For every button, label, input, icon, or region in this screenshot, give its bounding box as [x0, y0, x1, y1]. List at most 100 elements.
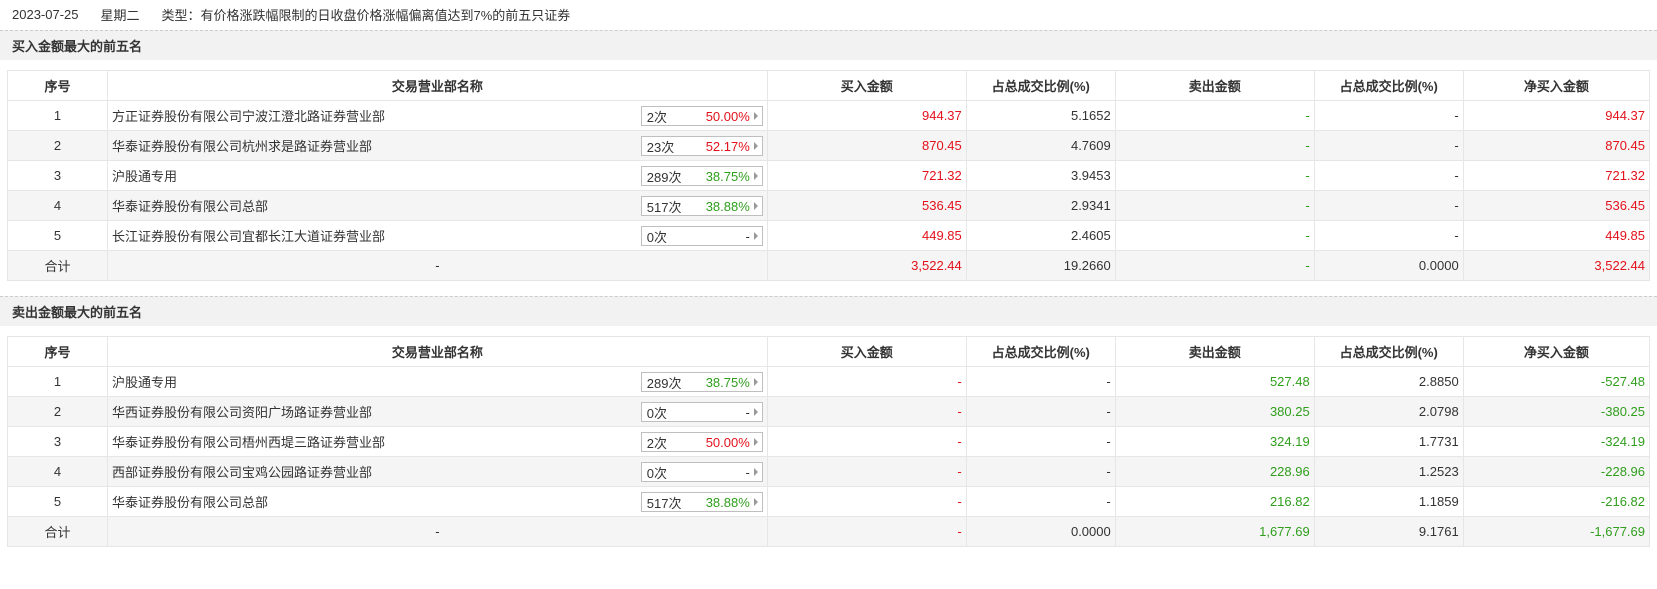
col-header-branch: 交易营业部名称 [107, 70, 768, 101]
history-rise-rate: - [745, 464, 750, 480]
net-buy-amount: 721.32 [1462, 160, 1651, 191]
buy-amount: - [766, 456, 967, 487]
table-row: 4 西部证券股份有限公司宝鸡公园路证券营业部 0次 - - -228.96 1.2523 -2… [6, 456, 1651, 487]
history-stats-button[interactable]: 517次 38.88% [640, 492, 763, 512]
table-row: 5 长江证券股份有限公司宜都长江大道证券营业部 0次 -449.85 2.4605- -4… [6, 220, 1651, 251]
sell-amount: 380.25 [1114, 396, 1315, 427]
history-stats-button[interactable]: 517次 38.88% [640, 196, 763, 216]
col-header-buy-ratio: 占总成交比例(%) [965, 70, 1116, 101]
history-stats-button[interactable]: 289次 38.75% [640, 372, 763, 392]
col-header-net-buy: 净买入金额 [1462, 336, 1651, 367]
history-rise-rate: 38.75% [705, 168, 750, 184]
history-rise-rate: 38.88% [705, 494, 750, 510]
history-times: 0次 [646, 229, 668, 245]
branch-name-link[interactable]: 华西证券股份有限公司资阳广场路证券营业部 [112, 402, 372, 421]
branch-name-link[interactable]: 方正证券股份有限公司宁波江澄北路证券营业部 [112, 106, 385, 125]
total-sell-amount: - [1114, 250, 1315, 281]
buy-ratio: 4.7609 [965, 130, 1116, 161]
buy-ratio: - [965, 396, 1116, 427]
branch-cell: 沪股通专用 289次 38.75% [107, 366, 768, 397]
branch-name-link[interactable]: 长江证券股份有限公司宜都长江大道证券营业部 [112, 226, 385, 245]
expand-arrow-icon [753, 498, 758, 506]
sell-ratio: - [1313, 160, 1464, 191]
history-stats-button[interactable]: 0次 - [640, 226, 763, 246]
sell-amount: - [1114, 220, 1315, 251]
col-header-index: 序号 [6, 336, 109, 367]
buy-amount: 449.85 [766, 220, 967, 251]
sell-section-title: 卖出金额最大的前五名 [0, 296, 1657, 326]
buy-amount: - [766, 366, 967, 397]
sell-ratio: - [1313, 100, 1464, 131]
branch-name-link[interactable]: 西部证券股份有限公司宝鸡公园路证券营业部 [112, 462, 372, 481]
sell-ratio: 1.2523 [1313, 456, 1464, 487]
history-rise-rate: - [745, 228, 750, 244]
trade-date: 2023-07-25 [12, 6, 79, 22]
row-index: 1 [6, 100, 109, 131]
history-times: 517次 [646, 495, 682, 511]
meta-bar: 2023-07-25 星期二 类型：有价格涨跌幅限制的日收盘价格涨幅偏离值达到7… [0, 0, 1657, 28]
row-index: 5 [6, 220, 109, 251]
col-header-sell-amount: 卖出金额 [1114, 336, 1315, 367]
branch-cell: 华西证券股份有限公司资阳广场路证券营业部 0次 - [107, 396, 768, 427]
total-row: 合计 -3,522.44 19.2660-0.0000 3,522.44 [6, 250, 1651, 281]
history-stats-button[interactable]: 2次 50.00% [640, 106, 763, 126]
sell-amount: 228.96 [1114, 456, 1315, 487]
history-stats-button[interactable]: 0次 - [640, 402, 763, 422]
total-buy-amount: 3,522.44 [766, 250, 967, 281]
table-row: 3 沪股通专用 289次 38.75% 721.32 3.9453- -721.32 [6, 160, 1651, 191]
buy-amount: 944.37 [766, 100, 967, 131]
branch-cell: 沪股通专用 289次 38.75% [107, 160, 768, 191]
history-stats-button[interactable]: 23次 52.17% [640, 136, 763, 156]
expand-arrow-icon [753, 378, 758, 386]
expand-arrow-icon [753, 142, 758, 150]
branch-cell: 西部证券股份有限公司宝鸡公园路证券营业部 0次 - [107, 456, 768, 487]
total-sell-amount: 1,677.69 [1114, 516, 1315, 547]
buy-ratio: - [965, 486, 1116, 517]
col-header-sell-amount: 卖出金额 [1114, 70, 1315, 101]
row-index: 4 [6, 456, 109, 487]
history-times: 0次 [646, 405, 668, 421]
buy-ratio: - [965, 456, 1116, 487]
total-sell-ratio: 0.0000 [1313, 250, 1464, 281]
branch-name-link[interactable]: 沪股通专用 [112, 372, 177, 391]
branch-name-link[interactable]: 华泰证券股份有限公司总部 [112, 196, 268, 215]
total-branch: - [107, 250, 768, 281]
total-net-buy: -1,677.69 [1462, 516, 1651, 547]
net-buy-amount: -216.82 [1462, 486, 1651, 517]
table-header-row: 序号 交易营业部名称 买入金额 占总成交比例(%) 卖出金额 占总成交比例(%)… [6, 336, 1651, 367]
sell-ratio: 2.8850 [1313, 366, 1464, 397]
branch-name-link[interactable]: 华泰证券股份有限公司杭州求是路证券营业部 [112, 136, 372, 155]
col-header-buy-amount: 买入金额 [766, 336, 967, 367]
expand-arrow-icon [753, 468, 758, 476]
buy-amount: - [766, 396, 967, 427]
table-row: 2 华泰证券股份有限公司杭州求是路证券营业部 23次 52.17% 870.45 4.76… [6, 130, 1651, 161]
history-stats-button[interactable]: 0次 - [640, 462, 763, 482]
total-buy-ratio: 0.0000 [965, 516, 1116, 547]
branch-cell: 长江证券股份有限公司宜都长江大道证券营业部 0次 - [107, 220, 768, 251]
row-index: 3 [6, 426, 109, 457]
sell-amount: - [1114, 130, 1315, 161]
history-rise-rate: - [745, 404, 750, 420]
history-stats-button[interactable]: 289次 38.75% [640, 166, 763, 186]
branch-cell: 华泰证券股份有限公司总部 517次 38.88% [107, 190, 768, 221]
col-header-index: 序号 [6, 70, 109, 101]
branch-cell: 华泰证券股份有限公司总部 517次 38.88% [107, 486, 768, 517]
col-header-sell-ratio: 占总成交比例(%) [1313, 70, 1464, 101]
net-buy-amount: -228.96 [1462, 456, 1651, 487]
buy-top5-table: 序号 交易营业部名称 买入金额 占总成交比例(%) 卖出金额 占总成交比例(%)… [6, 70, 1651, 281]
branch-name-link[interactable]: 华泰证券股份有限公司总部 [112, 492, 268, 511]
history-stats-button[interactable]: 2次 50.00% [640, 432, 763, 452]
table-row: 1 沪股通专用 289次 38.75% - -527.48 2.8850 -527.48 [6, 366, 1651, 397]
buy-ratio: 3.9453 [965, 160, 1116, 191]
row-index: 4 [6, 190, 109, 221]
list-type: 类型：有价格涨跌幅限制的日收盘价格涨幅偏离值达到7%的前五只证券 [161, 7, 571, 23]
branch-name-link[interactable]: 沪股通专用 [112, 166, 177, 185]
history-times: 2次 [646, 109, 668, 125]
total-label: 合计 [6, 250, 109, 281]
trade-weekday: 星期二 [100, 7, 140, 23]
history-rise-rate: 50.00% [705, 108, 750, 124]
branch-name-link[interactable]: 华泰证券股份有限公司梧州西堤三路证券营业部 [112, 432, 385, 451]
net-buy-amount: 536.45 [1462, 190, 1651, 221]
sell-amount: - [1114, 160, 1315, 191]
branch-cell: 华泰证券股份有限公司杭州求是路证券营业部 23次 52.17% [107, 130, 768, 161]
